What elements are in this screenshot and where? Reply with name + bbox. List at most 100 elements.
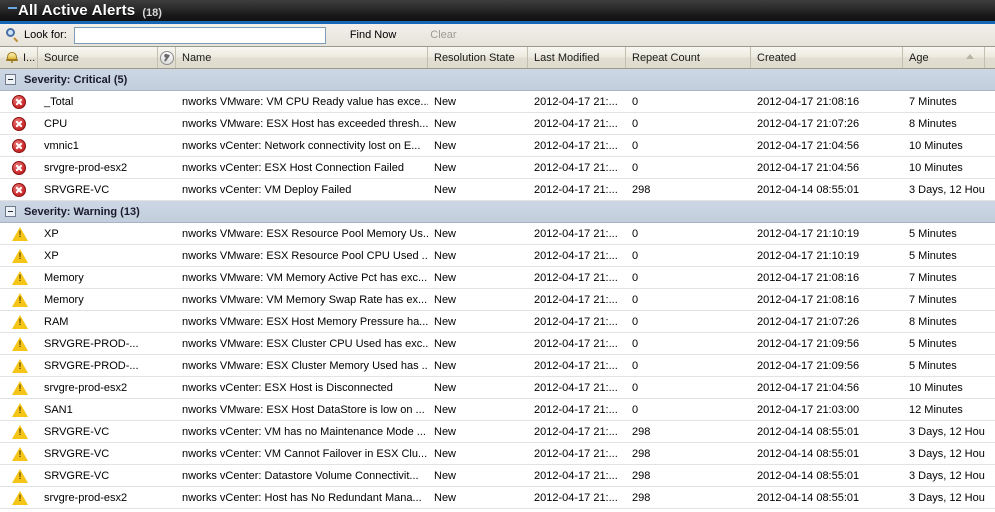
cell-source: Memory	[44, 293, 84, 306]
cell-last-modified: 2012-04-17 21:...	[534, 469, 618, 482]
cell-filler	[985, 223, 995, 244]
cell-created: 2012-04-14 08:55:01	[757, 447, 860, 460]
cell-name: nworks VMware: ESX Cluster CPU Used has …	[182, 337, 428, 350]
cell-name: nworks vCenter: Datastore Volume Connect…	[182, 469, 419, 482]
cell-severity	[0, 245, 38, 266]
cell-filler	[985, 465, 995, 486]
cell-age: 3 Days, 12 Hour...	[909, 491, 985, 504]
cell-severity	[0, 223, 38, 244]
cell-resolution-state: New	[434, 337, 457, 350]
cell-name: nworks vCenter: VM has no Maintenance Mo…	[182, 425, 426, 438]
cell-filler	[985, 421, 995, 442]
cell-source: srvgre-prod-esx2	[44, 381, 128, 394]
warning-triangle-icon	[12, 226, 28, 241]
column-header-name[interactable]: Name	[176, 47, 428, 68]
cell-maintenance	[158, 377, 176, 398]
group-header[interactable]: Severity: Critical (5)	[0, 69, 995, 91]
table-row[interactable]: CPU nworks VMware: ESX Host has exceeded …	[0, 113, 995, 135]
table-row[interactable]: SRVGRE-PROD-... nworks VMware: ESX Cluste…	[0, 333, 995, 355]
table-row[interactable]: SAN1 nworks VMware: ESX Host DataStore is…	[0, 399, 995, 421]
table-row[interactable]: _Total nworks VMware: VM CPU Ready value …	[0, 91, 995, 113]
table-row[interactable]: srvgre-prod-esx2 nworks vCenter: ESX Host…	[0, 377, 995, 399]
cell-age: 7 Minutes	[909, 95, 957, 108]
cell-name: nworks VMware: ESX Host Memory Pressure …	[182, 315, 428, 328]
cell-created: 2012-04-17 21:07:26	[757, 315, 860, 328]
cell-source: vmnic1	[44, 139, 79, 152]
cell-age: 3 Days, 12 Hour...	[909, 469, 985, 482]
column-header-resolution-state[interactable]: Resolution State	[428, 47, 528, 68]
cell-created: 2012-04-17 21:07:26	[757, 117, 860, 130]
look-for-label: Look for:	[24, 29, 67, 41]
cell-last-modified: 2012-04-17 21:...	[534, 161, 618, 174]
table-row[interactable]: srvgre-prod-esx2 nworks vCenter: Host has…	[0, 487, 995, 509]
collapse-group-icon[interactable]	[5, 206, 16, 217]
cell-resolution-state: New	[434, 293, 457, 306]
table-row[interactable]: SRVGRE-VC nworks vCenter: Datastore Volum…	[0, 465, 995, 487]
cell-created: 2012-04-14 08:55:01	[757, 425, 860, 438]
column-header-severity[interactable]: I...	[0, 47, 38, 68]
cell-source: srvgre-prod-esx2	[44, 161, 128, 174]
cell-severity	[0, 135, 38, 156]
cell-resolution-state: New	[434, 469, 457, 482]
cell-repeat-count: 0	[632, 95, 639, 108]
group-header[interactable]: Severity: Warning (13)	[0, 201, 995, 223]
cell-source: SRVGRE-VC	[44, 469, 110, 482]
cell-filler	[985, 355, 995, 376]
table-row[interactable]: srvgre-prod-esx2 nworks vCenter: ESX Host…	[0, 157, 995, 179]
column-header-repeat-count[interactable]: Repeat Count	[626, 47, 751, 68]
group-header-label: Severity: Warning (13)	[24, 205, 140, 218]
column-header-maintenance[interactable]	[158, 47, 176, 68]
collapse-group-icon[interactable]	[5, 74, 16, 85]
alerts-grid: Severity: Critical (5) _Total nworks VMwar…	[0, 69, 995, 509]
table-row[interactable]: SRVGRE-PROD-... nworks VMware: ESX Cluste…	[0, 355, 995, 377]
cell-last-modified: 2012-04-17 21:...	[534, 183, 618, 196]
warning-triangle-icon	[12, 292, 28, 307]
table-row[interactable]: Memory nworks VMware: VM Memory Active Pc…	[0, 267, 995, 289]
cell-created: 2012-04-14 08:55:01	[757, 491, 860, 504]
cell-repeat-count: 0	[632, 293, 639, 306]
critical-error-icon	[12, 138, 26, 153]
table-row[interactable]: RAM nworks VMware: ESX Host Memory Pressu…	[0, 311, 995, 333]
cell-last-modified: 2012-04-17 21:...	[534, 95, 618, 108]
warning-triangle-icon	[12, 314, 28, 329]
cell-severity	[0, 465, 38, 486]
table-row[interactable]: Memory nworks VMware: VM Memory Swap Rate…	[0, 289, 995, 311]
critical-error-icon	[12, 116, 26, 131]
cell-last-modified: 2012-04-17 21:...	[534, 425, 618, 438]
table-row[interactable]: SRVGRE-VC nworks vCenter: VM Cannot Failo…	[0, 443, 995, 465]
cell-severity	[0, 113, 38, 134]
clear-button[interactable]: Clear	[420, 27, 466, 43]
table-row[interactable]: XP nworks VMware: ESX Resource Pool Memor…	[0, 223, 995, 245]
column-header-last-modified[interactable]: Last Modified	[528, 47, 626, 68]
table-row[interactable]: SRVGRE-VC nworks vCenter: VM has no Maint…	[0, 421, 995, 443]
column-header-age[interactable]: Age	[903, 47, 985, 68]
cell-name: nworks VMware: ESX Resource Pool CPU Use…	[182, 249, 428, 262]
column-header-created[interactable]: Created	[751, 47, 903, 68]
warning-triangle-icon	[12, 270, 28, 285]
grid-column-headers: I... Source Name Resolution State Last M…	[0, 47, 995, 69]
cell-repeat-count: 0	[632, 271, 639, 284]
cell-maintenance	[158, 245, 176, 266]
cell-resolution-state: New	[434, 381, 457, 394]
cell-repeat-count: 0	[632, 249, 639, 262]
cell-name: nworks vCenter: ESX Host Connection Fail…	[182, 161, 404, 174]
cell-maintenance	[158, 421, 176, 442]
cell-last-modified: 2012-04-17 21:...	[534, 403, 618, 416]
table-row[interactable]: SRVGRE-VC nworks vCenter: VM Deploy Faile…	[0, 179, 995, 201]
cell-maintenance	[158, 113, 176, 134]
find-now-button[interactable]: Find Now	[340, 27, 406, 43]
cell-repeat-count: 0	[632, 139, 639, 152]
cell-created: 2012-04-14 08:55:01	[757, 469, 860, 482]
cell-repeat-count: 0	[632, 227, 639, 240]
cell-age: 5 Minutes	[909, 249, 957, 262]
cell-name: nworks vCenter: ESX Host is Disconnected	[182, 381, 393, 394]
cell-resolution-state: New	[434, 491, 457, 504]
table-row[interactable]: vmnic1 nworks vCenter: Network connectivi…	[0, 135, 995, 157]
search-input[interactable]	[73, 26, 326, 44]
cell-last-modified: 2012-04-17 21:...	[534, 315, 618, 328]
column-header-source[interactable]: Source	[38, 47, 158, 68]
warning-triangle-icon	[12, 490, 28, 505]
table-row[interactable]: XP nworks VMware: ESX Resource Pool CPU U…	[0, 245, 995, 267]
critical-error-icon	[12, 182, 26, 197]
cell-maintenance	[158, 311, 176, 332]
